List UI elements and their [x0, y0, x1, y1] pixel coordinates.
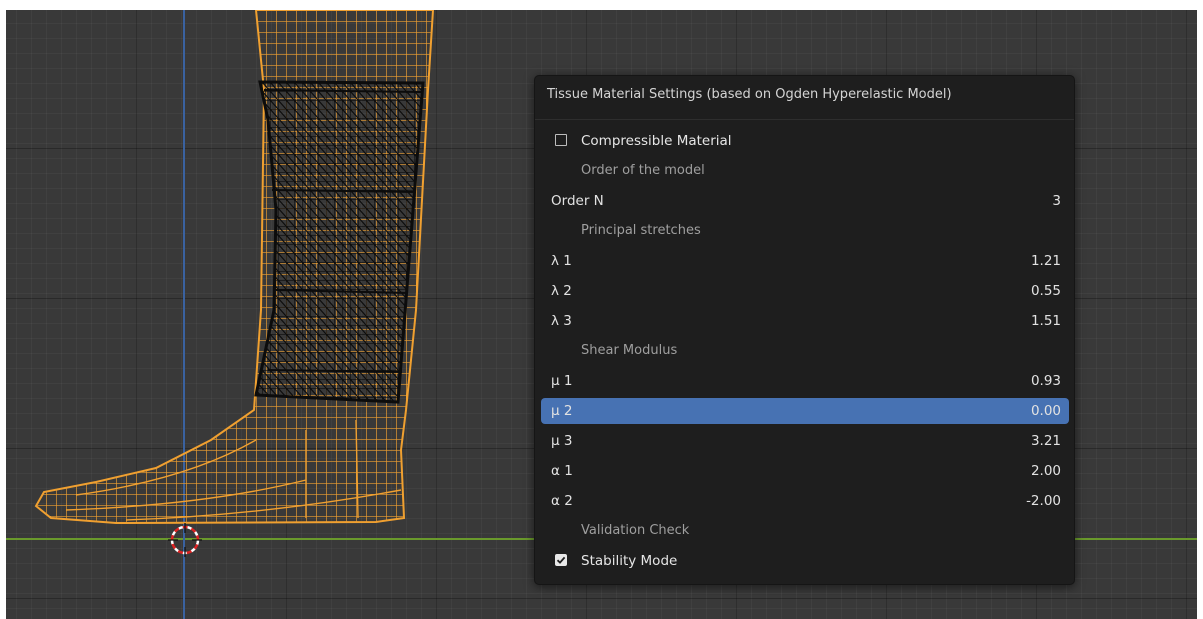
panel-title: Tissue Material Settings (based on Ogden… [535, 76, 1074, 120]
shear-modulus-header: Shear Modulus [581, 343, 678, 358]
lambda-2-field[interactable]: λ 2 0.55 [541, 278, 1069, 304]
mu-1-field[interactable]: μ 1 0.93 [541, 368, 1069, 394]
compressible-material-checkbox[interactable]: Compressible Material [541, 128, 1069, 154]
stability-mode-label: Stability Mode [581, 553, 678, 569]
order-n-field[interactable]: Order N 3 [541, 188, 1069, 214]
mu-3-field[interactable]: μ 3 3.21 [541, 428, 1069, 454]
mu-2-field[interactable]: μ 2 0.00 [541, 398, 1069, 424]
3d-viewport[interactable]: Tissue Material Settings (based on Ogden… [6, 10, 1197, 619]
sleeve-wireframe [254, 80, 425, 404]
validation-check-header: Validation Check [581, 523, 690, 538]
stability-mode-checkbox[interactable]: Stability Mode [541, 548, 1069, 574]
compressible-material-label: Compressible Material [581, 133, 732, 149]
alpha-2-field[interactable]: α 2 -2.00 [541, 488, 1069, 514]
order-n-value: 3 [1052, 193, 1061, 209]
checkbox-unchecked-icon[interactable] [555, 134, 567, 146]
lambda-3-field[interactable]: λ 3 1.51 [541, 308, 1069, 334]
tissue-material-settings-panel[interactable]: Tissue Material Settings (based on Ogden… [534, 75, 1075, 585]
order-n-label: Order N [551, 193, 604, 209]
3d-cursor-icon [168, 523, 202, 557]
principal-stretches-header: Principal stretches [581, 223, 701, 238]
checkbox-checked-icon[interactable] [555, 554, 567, 566]
lambda-1-field[interactable]: λ 1 1.21 [541, 248, 1069, 274]
alpha-1-field[interactable]: α 1 2.00 [541, 458, 1069, 484]
order-section-header: Order of the model [581, 163, 705, 178]
